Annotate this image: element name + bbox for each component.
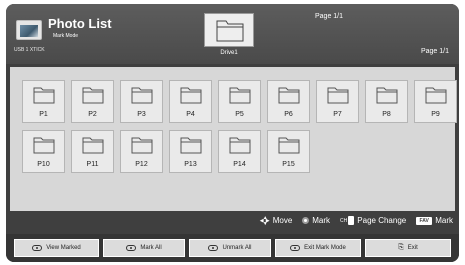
key-hint-bar: ▲ ◀ ▶ ▼ Move Mark CH Page Change FAV Mar… — [6, 211, 459, 230]
function-button-bar: View Marked Mark All Unmark All Exit Mar… — [6, 234, 459, 262]
folder-icon — [180, 87, 202, 104]
folder-tile[interactable]: P9 — [414, 80, 457, 123]
folder-label: P14 — [233, 161, 246, 168]
header-bar: Photo List Mark Mode USB 1 XTICK Drive1 … — [6, 4, 459, 64]
folder-icon — [82, 137, 104, 154]
folder-icon — [425, 87, 447, 104]
folder-label: P8 — [382, 111, 391, 118]
exit-mark-mode-button[interactable]: Exit Mark Mode — [275, 239, 361, 257]
view-marked-button[interactable]: View Marked — [14, 239, 99, 257]
folder-label: P4 — [186, 111, 195, 118]
fav-key-icon: FAV — [416, 216, 433, 225]
hint-fav-mark: FAV Mark — [416, 216, 453, 225]
hint-mark-label: Mark — [312, 216, 331, 225]
device-label: USB 1 XTICK — [14, 47, 45, 53]
hint-mark: Mark — [302, 216, 330, 225]
folder-icon — [229, 137, 251, 154]
mark-all-button[interactable]: Mark All — [103, 239, 185, 257]
folder-label: P11 — [86, 161, 99, 168]
folder-icon — [278, 137, 300, 154]
view-marked-label: View Marked — [46, 245, 81, 251]
folder-label: P7 — [333, 111, 342, 118]
folder-label: P6 — [284, 111, 293, 118]
folder-icon — [82, 87, 104, 104]
folder-icon — [229, 87, 251, 104]
folder-tile[interactable]: P2 — [71, 80, 114, 123]
color-key-icon — [126, 245, 137, 251]
current-folder-label: Drive1 — [220, 50, 238, 56]
folder-icon — [131, 137, 153, 154]
folder-tile[interactable]: P10 — [22, 130, 65, 173]
folder-tile[interactable]: P4 — [169, 80, 212, 123]
hint-page-change-label: Page Change — [357, 216, 407, 225]
navigation-arrows-icon: ▲ ◀ ▶ ▼ — [259, 214, 270, 227]
hint-page-change: CH Page Change — [340, 216, 406, 225]
folder-icon — [131, 87, 153, 104]
folder-tile[interactable]: P3 — [120, 80, 163, 123]
folder-tile[interactable]: P14 — [218, 130, 261, 173]
folder-label: P2 — [88, 111, 97, 118]
folder-tile[interactable]: P7 — [316, 80, 359, 123]
folder-grid: P1 P2 P3 P4 P5 P6 P7 P8 P9 P10 P11 P12 P13 P14 P15 — [22, 80, 457, 173]
folder-label: P5 — [235, 111, 244, 118]
photo-list-icon — [16, 20, 42, 40]
channel-rocker-icon: CH — [340, 216, 355, 225]
folder-tile[interactable]: P5 — [218, 80, 261, 123]
exit-button[interactable]: ⎘ Exit — [365, 239, 451, 257]
folder-tile[interactable]: P11 — [71, 130, 114, 173]
exit-mark-mode-label: Exit Mark Mode — [304, 245, 346, 251]
folder-label: P15 — [282, 161, 295, 168]
folder-icon — [180, 137, 202, 154]
page-indicator: Page 1/1 — [420, 48, 449, 55]
folder-icon — [376, 87, 398, 104]
hint-move-label: Move — [272, 216, 293, 225]
color-key-icon — [290, 245, 301, 251]
mark-all-label: Mark All — [140, 245, 162, 251]
exit-label: Exit — [407, 245, 418, 251]
unmark-all-button[interactable]: Unmark All — [189, 239, 271, 257]
page-indicator-top: Page 1/1 — [315, 13, 344, 20]
app-title: Photo List — [48, 16, 112, 31]
photo-list-screen: Photo List Mark Mode USB 1 XTICK Drive1 … — [6, 4, 459, 262]
folder-icon — [278, 87, 300, 104]
hint-fav-mark-label: Mark — [435, 216, 453, 225]
folder-tile[interactable]: P6 — [267, 80, 310, 123]
current-folder-tile[interactable] — [204, 13, 254, 47]
folder-icon — [33, 137, 55, 154]
folder-label: P13 — [184, 161, 197, 168]
folder-label: P10 — [37, 161, 50, 168]
hint-move: ▲ ◀ ▶ ▼ Move — [259, 214, 293, 227]
folder-label: P12 — [135, 161, 148, 168]
folder-tile[interactable]: P1 — [22, 80, 65, 123]
folder-label: P1 — [39, 111, 48, 118]
folder-tile[interactable]: P8 — [365, 80, 408, 123]
folder-icon — [327, 87, 349, 104]
unmark-all-label: Unmark All — [222, 245, 252, 251]
ok-button-icon — [302, 217, 310, 224]
folder-label: P9 — [431, 111, 440, 118]
folder-tile[interactable]: P12 — [120, 130, 163, 173]
folder-icon — [216, 20, 244, 42]
color-key-icon — [208, 245, 219, 251]
folder-tile[interactable]: P13 — [169, 130, 212, 173]
folder-icon — [33, 87, 55, 104]
folder-grid-area: P1 P2 P3 P4 P5 P6 P7 P8 P9 P10 P11 P12 P13 P14 P15 — [10, 67, 457, 211]
color-key-icon — [32, 245, 43, 251]
exit-icon: ⎘ — [398, 244, 404, 251]
folder-tile[interactable]: P15 — [267, 130, 310, 173]
mode-label: Mark Mode — [53, 33, 79, 39]
folder-label: P3 — [137, 111, 146, 118]
